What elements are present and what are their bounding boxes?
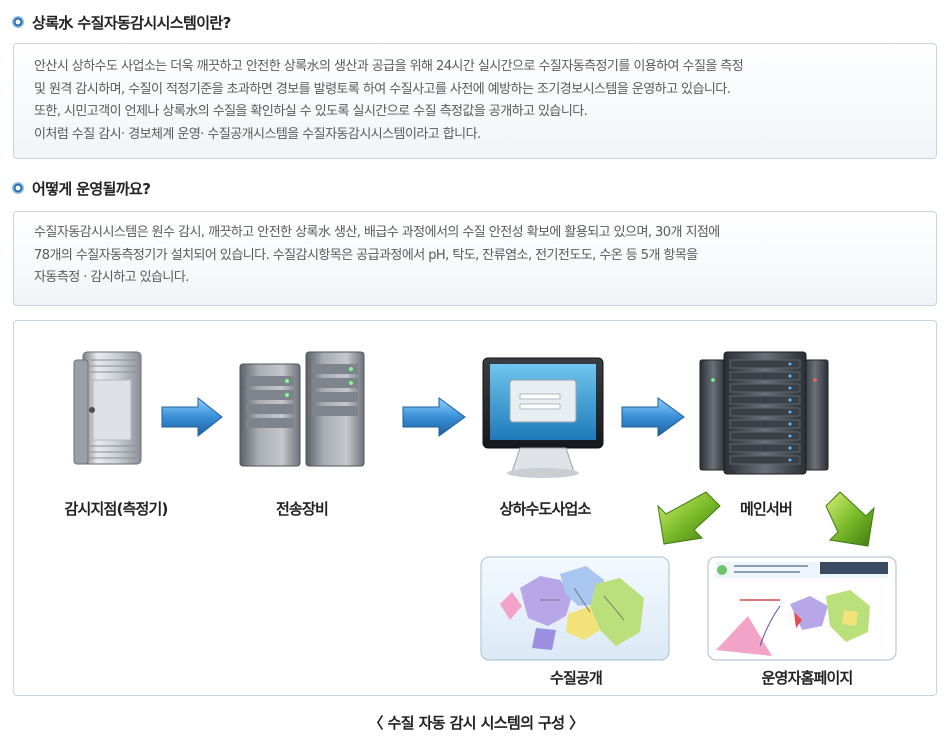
diagram-caption: 〈 수질 자동 감시 시스템의 구성 〉 — [368, 714, 585, 732]
admin-page-thumbnail — [707, 556, 897, 661]
flow-arrow-icon — [825, 491, 875, 547]
measuring-device-icon — [73, 351, 142, 465]
public-map-thumbnail — [480, 556, 670, 661]
main-server-icon — [699, 351, 829, 475]
node-label-main-server: 메인서버 — [739, 500, 793, 518]
node-label-transmission: 전송장비 — [275, 500, 329, 518]
flow-arrow-icon — [621, 397, 685, 437]
flow-arrow-icon — [161, 396, 223, 438]
transmission-server-icon — [239, 351, 365, 467]
node-label-monitor-point: 감시지점(측정기) — [64, 500, 168, 518]
flow-arrow-icon — [402, 397, 466, 437]
diagram-graphics — [73, 351, 897, 661]
flow-arrow-icon — [657, 491, 721, 545]
node-label-office: 상하수도사업소 — [499, 500, 591, 518]
node-label-public: 수질공개 — [549, 669, 603, 687]
office-monitor-icon — [482, 357, 604, 478]
node-label-admin-page: 운영자홈페이지 — [761, 669, 853, 687]
